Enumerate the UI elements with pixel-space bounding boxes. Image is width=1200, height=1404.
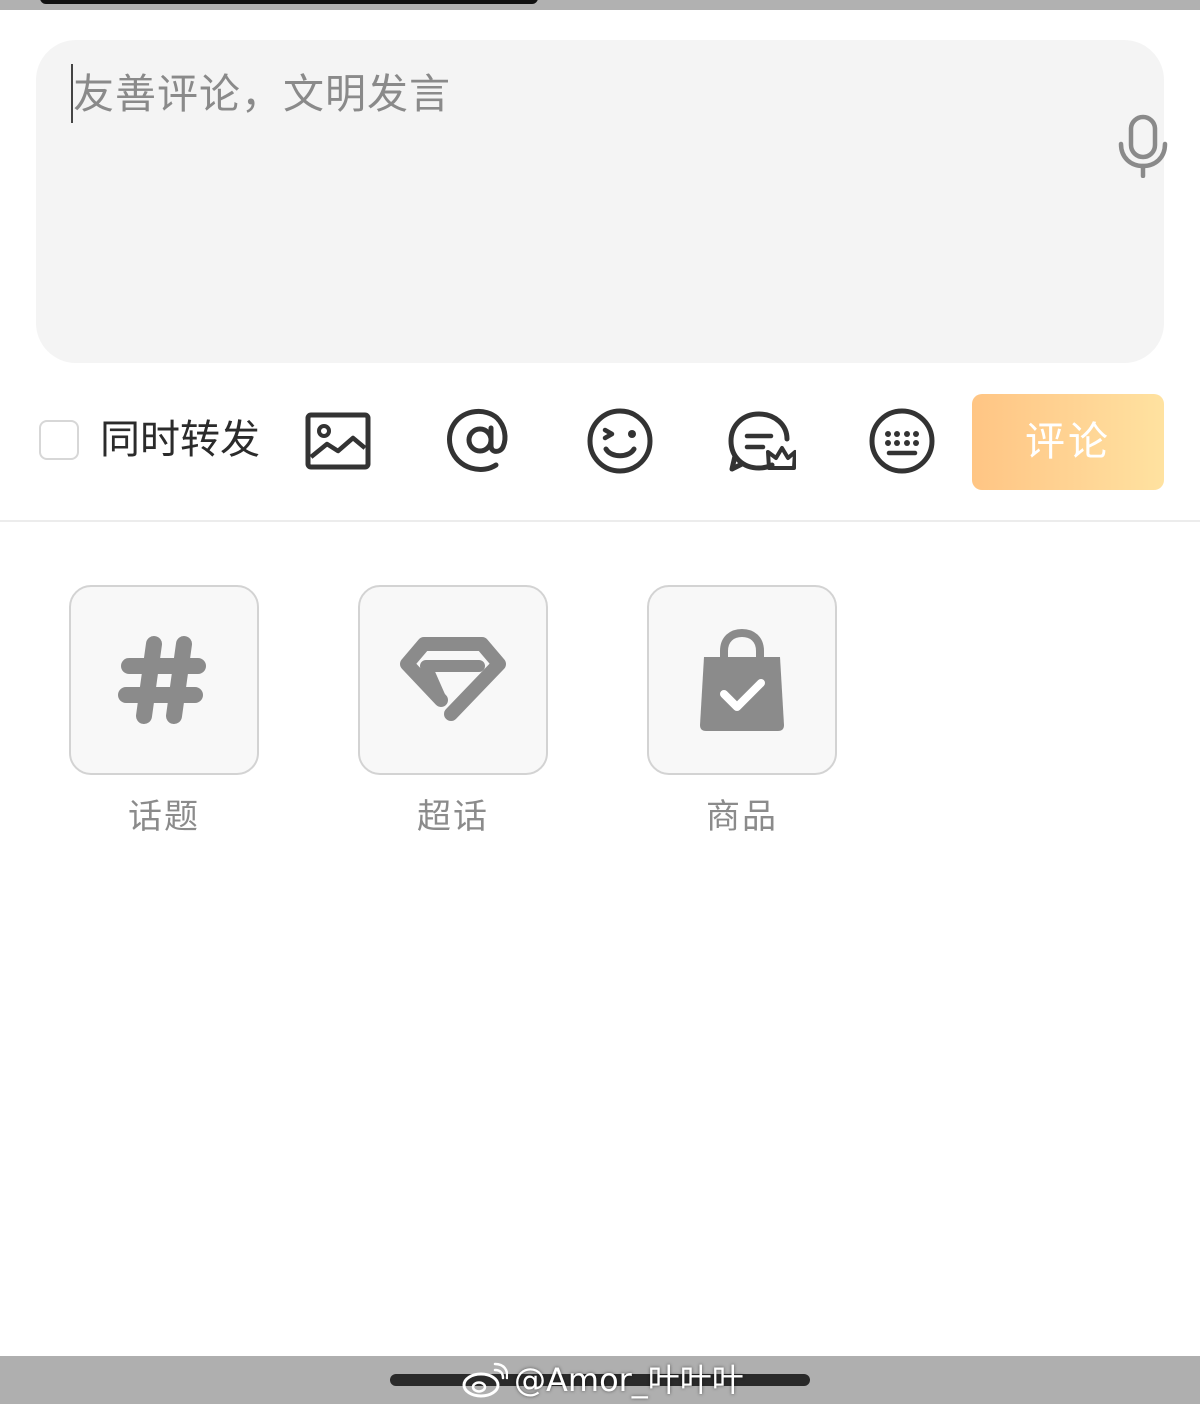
comment-compose-screen: 友善评论，文明发言 同时转发 评论 话题 超话 商品 @Amor_叶叶叶 <box>0 0 1200 1404</box>
product-tile[interactable]: 商品 <box>647 585 837 839</box>
super-topic-label: 超话 <box>417 797 489 837</box>
hashtag-icon <box>118 636 206 724</box>
watermark-text: @Amor_叶叶叶 <box>514 1361 744 1399</box>
weibo-logo-icon <box>462 1362 508 1398</box>
image-icon[interactable] <box>303 406 373 476</box>
top-handle <box>40 0 538 4</box>
super-topic-diamond-icon <box>400 637 506 721</box>
topic-tile[interactable]: 话题 <box>69 585 259 839</box>
comment-toolbar: 同时转发 评论 <box>0 390 1200 494</box>
super-topic-tile[interactable]: 超话 <box>358 585 548 839</box>
microphone-icon[interactable] <box>1116 114 1170 178</box>
bottom-system-bar: @Amor_叶叶叶 <box>0 1356 1200 1404</box>
submit-comment-button[interactable]: 评论 <box>972 394 1164 490</box>
emoji-icon[interactable] <box>585 406 655 476</box>
keyboard-icon[interactable] <box>867 406 937 476</box>
comment-input[interactable]: 友善评论，文明发言 <box>36 40 1168 363</box>
topic-tile-box[interactable] <box>69 585 259 775</box>
watermark: @Amor_叶叶叶 <box>462 1358 744 1402</box>
comment-placeholder: 友善评论，文明发言 <box>73 70 451 118</box>
at-mention-icon[interactable] <box>444 406 514 476</box>
super-topic-tile-box[interactable] <box>358 585 548 775</box>
topic-label: 话题 <box>128 797 200 837</box>
super-chat-icon[interactable] <box>726 406 796 476</box>
repost-label[interactable]: 同时转发 <box>100 414 260 466</box>
toolbar-divider <box>0 520 1200 522</box>
top-sheet-edge <box>0 0 1200 10</box>
repost-checkbox[interactable] <box>39 420 79 460</box>
shopping-bag-check-icon <box>700 628 784 731</box>
product-tile-box[interactable] <box>647 585 837 775</box>
product-label: 商品 <box>706 797 778 837</box>
